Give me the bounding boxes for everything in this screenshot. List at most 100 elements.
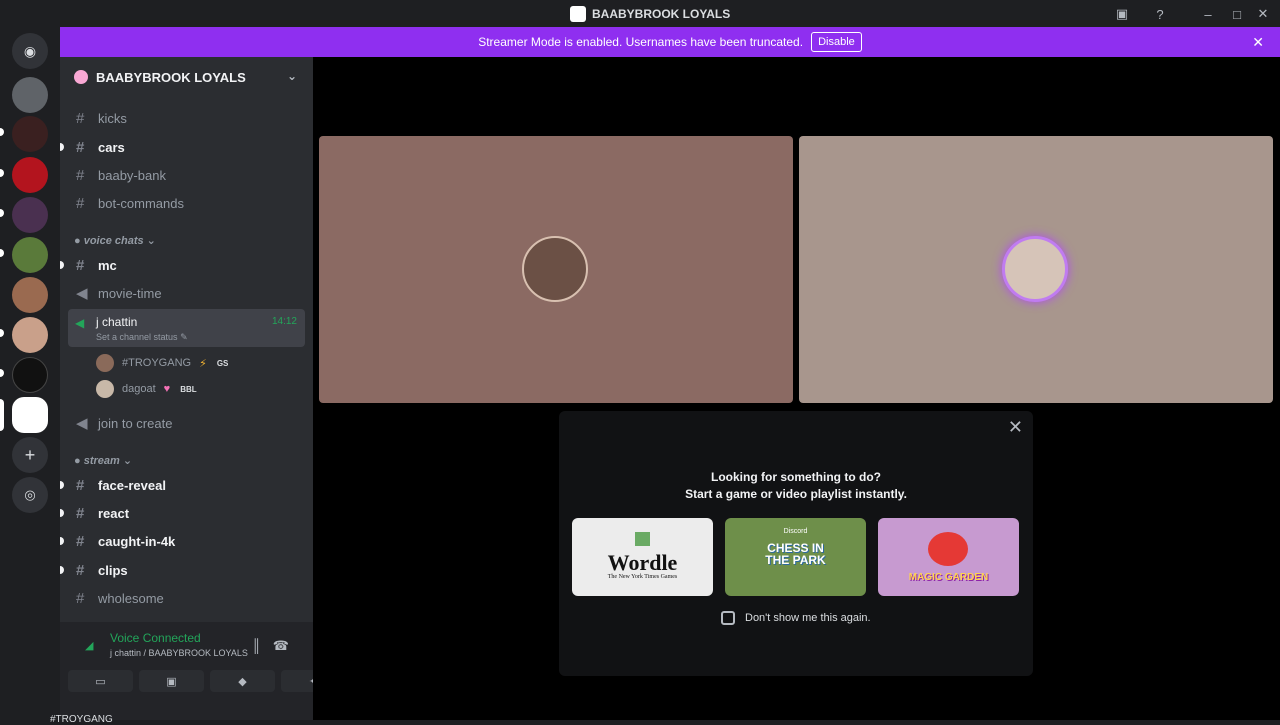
server-icon-car[interactable] (12, 77, 48, 113)
category-voice-chats[interactable]: ● voice chats ⌄ (74, 234, 156, 247)
unread-indicator (0, 329, 4, 337)
channel-movie-time[interactable]: ◀ movie-time (68, 280, 305, 306)
unread-indicator (60, 566, 64, 574)
voice-channel-j-chattin[interactable]: ◀ j chattin Set a channel status ✎ 14:12 (68, 309, 305, 347)
avatar (96, 354, 114, 372)
server-list: ◉ + ◎ (0, 27, 60, 720)
activity-card-wordle[interactable]: Wordle The New York Times Games (572, 518, 713, 596)
noise-suppression-icon[interactable]: ║ (252, 638, 261, 653)
window-title: BAABYBROOK LOYALS (570, 6, 730, 22)
strawberry-icon (928, 532, 968, 566)
activities-button[interactable]: ◆ (210, 670, 275, 692)
server-logo-icon (570, 6, 586, 22)
streamer-mode-banner: Streamer Mode is enabled. Usernames have… (60, 27, 1280, 57)
hash-icon: # (76, 166, 85, 184)
unread-indicator (0, 249, 4, 257)
mic-icon: ● (74, 455, 84, 467)
hash-icon: # (76, 532, 85, 550)
channel-sidebar: BAABYBROOK LOYALS ⌄ # kicks # cars # baaby-… (60, 57, 313, 720)
activity-card-magic-garden[interactable]: MAGIC GARDEN (878, 518, 1019, 596)
selected-indicator (0, 399, 4, 431)
avatar (1002, 236, 1068, 302)
channel-clips[interactable]: # clips (60, 557, 305, 583)
dont-show-again[interactable]: Don't show me this again. (721, 611, 871, 625)
set-channel-status[interactable]: Set a channel status ✎ (96, 332, 188, 343)
unread-indicator (60, 261, 64, 269)
checkbox[interactable] (721, 611, 735, 625)
signal-icon[interactable]: ◢ (85, 639, 93, 652)
server-header[interactable]: BAABYBROOK LOYALS ⌄ (60, 57, 313, 97)
category-stream[interactable]: ● stream ⌄ (74, 454, 132, 467)
help-icon[interactable]: ? (1150, 4, 1170, 24)
unread-indicator (0, 128, 4, 136)
lightning-icon: ⚡ (199, 357, 207, 370)
hash-icon: # (76, 109, 85, 127)
share-screen-button[interactable]: ▣ (139, 670, 204, 692)
gamepad-icon: ◆ (238, 675, 247, 688)
server-badge-icon (74, 70, 88, 84)
server-icon-face[interactable] (12, 317, 48, 353)
hash-icon: # (76, 194, 85, 212)
wordle-grid-icon (635, 532, 650, 546)
hash-icon: # (76, 589, 85, 607)
server-icon-person[interactable] (12, 277, 48, 313)
close-banner-icon[interactable]: ✕ (1252, 34, 1264, 51)
server-icon-gewin-skwad[interactable] (12, 357, 48, 393)
video-stage: ✕ Looking for something to do? Start a g… (313, 57, 1280, 720)
disable-button[interactable]: Disable (811, 32, 862, 52)
channel-baaby-bank[interactable]: # baaby-bank (68, 162, 305, 188)
server-icon-red[interactable] (12, 157, 48, 193)
server-icon-baabybrook[interactable] (12, 397, 48, 433)
hash-icon: # (76, 476, 85, 494)
chevron-down-icon: ⌄ (286, 69, 297, 83)
channel-kicks[interactable]: # kicks (68, 105, 305, 131)
avatar (96, 380, 114, 398)
hash-icon: # (76, 504, 85, 522)
channel-bot-commands[interactable]: # bot-commands (68, 190, 305, 216)
channel-mc[interactable]: # mc (60, 252, 305, 278)
speaker-icon: ◀ (76, 285, 88, 302)
heart-icon: ♥ (163, 383, 171, 395)
hash-icon: # (76, 561, 85, 579)
activity-card-chess-in-the-park[interactable]: Discord CHESS IN THE PARK (725, 518, 866, 596)
hash-icon: # (76, 256, 85, 274)
voice-connected-panel: ◢ Voice Connected j chattin / BAABYBROOK… (50, 622, 346, 725)
camera-off-button[interactable]: ▭ (68, 670, 133, 692)
minimize-button[interactable]: – (1198, 4, 1218, 24)
add-server-icon[interactable]: + (12, 437, 48, 473)
close-icon[interactable]: ✕ (1008, 417, 1023, 438)
unread-indicator (60, 537, 64, 545)
unread-indicator (60, 509, 64, 517)
title-bar: BAABYBROOK LOYALS ▣ ? – □ ✕ (0, 0, 1280, 27)
server-icon-inferno[interactable] (12, 116, 48, 152)
discover-icon[interactable]: ◎ (12, 477, 48, 513)
avatar (522, 236, 588, 302)
server-icon-green[interactable] (12, 237, 48, 273)
channel-join-to-create[interactable]: ◀ join to create (68, 410, 305, 436)
unread-indicator (60, 143, 64, 151)
channel-caught-in-4k[interactable]: # caught-in-4k (60, 528, 305, 554)
hash-icon: # (76, 138, 85, 156)
mic-icon: ● (74, 235, 84, 247)
video-tile-user-1[interactable] (319, 136, 793, 403)
voice-member[interactable]: dagoat ♥ BBL (96, 378, 197, 400)
voice-member[interactable]: #TROYGANG ⚡ GS (96, 352, 228, 374)
disconnect-icon[interactable]: ☎ (273, 638, 289, 654)
server-icon-group[interactable] (12, 197, 48, 233)
maximize-button[interactable]: □ (1227, 4, 1247, 24)
pencil-icon: ✎ (180, 332, 188, 342)
close-window-button[interactable]: ✕ (1253, 4, 1273, 24)
discord-home-icon[interactable]: ◉ (12, 33, 48, 69)
speaker-icon: ◀ (76, 415, 88, 432)
screen-share-icon[interactable]: ▣ (1112, 4, 1132, 24)
channel-wholesome[interactable]: # wholesome (68, 585, 305, 611)
video-tile-user-2[interactable] (799, 136, 1273, 403)
channel-face-reveal[interactable]: # face-reveal (60, 472, 305, 498)
camera-off-icon: ▭ (95, 675, 106, 688)
channel-react[interactable]: # react (60, 500, 305, 526)
activity-launcher: ✕ Looking for something to do? Start a g… (559, 411, 1033, 676)
channel-cars[interactable]: # cars (60, 134, 305, 160)
unread-indicator (0, 209, 4, 217)
screen-icon: ▣ (166, 675, 177, 688)
speaker-icon: ◀ (75, 316, 85, 330)
